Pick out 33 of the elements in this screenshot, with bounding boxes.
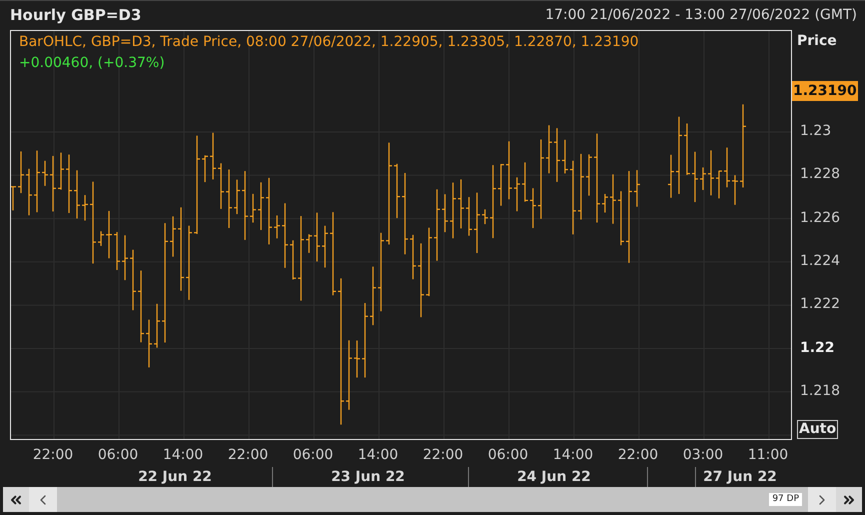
time-label: 03:00 [682, 446, 724, 465]
time-label: 06:00 [292, 446, 334, 465]
time-label: 22:00 [228, 446, 268, 465]
time-label: 14:00 [162, 446, 204, 465]
price-change: +0.00460, (+0.37%) [19, 54, 166, 73]
time-label: 06:00 [488, 446, 528, 465]
price-tick-label: 1.22 [800, 338, 835, 356]
time-label: 22:00 [618, 446, 658, 465]
auto-scale-button[interactable]: Auto [797, 420, 838, 439]
time-label: 22:00 [32, 446, 74, 465]
date-label: 24 Jun 22 [517, 468, 591, 487]
price-tick-label: 1.228 [800, 165, 840, 184]
scroll-start-button[interactable] [3, 487, 29, 512]
scroll-end-button[interactable] [836, 487, 862, 512]
time-label: 11:00 [748, 446, 788, 465]
time-label: 14:00 [358, 446, 398, 465]
axis-title: Price [797, 32, 837, 51]
price-tick-label: 1.218 [800, 382, 840, 400]
chart-title: Hourly GBP=D3 [10, 5, 142, 26]
date-label: 27 Jun 22 [703, 468, 777, 487]
date-label: 23 Jun 22 [331, 468, 405, 487]
data-points-label: 97 DP [769, 493, 802, 506]
legend-text: BarOHLC, GBP=D3, Trade Price, 08:00 27/06/2022, 1.22905, 1.23305, 1.22870, 1.23190 [19, 33, 639, 52]
price-tick-label: 1.224 [800, 252, 840, 270]
price-tick-label: 1.222 [800, 295, 840, 314]
price-tick-label: 1.226 [800, 208, 840, 227]
date-range: 17:00 21/06/2022 - 13:00 27/06/2022 (GMT) [545, 6, 857, 25]
price-tick-label: 1.23 [800, 122, 832, 140]
time-label: 22:00 [422, 446, 464, 465]
time-label: 14:00 [552, 446, 594, 465]
date-label: 22 Jun 22 [138, 468, 212, 487]
time-label: 06:00 [98, 446, 138, 465]
last-price-tag: 1.23190 [792, 81, 858, 101]
